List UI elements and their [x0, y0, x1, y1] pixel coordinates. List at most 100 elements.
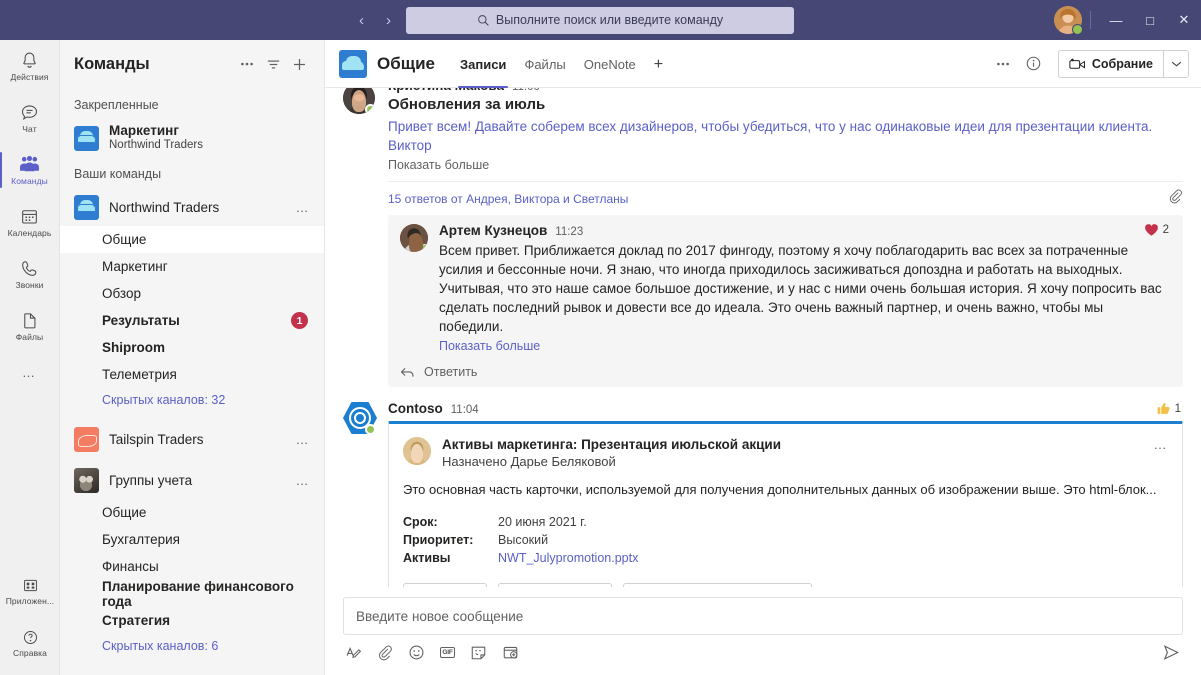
- format-icon[interactable]: [345, 644, 362, 661]
- sticker-icon[interactable]: [470, 644, 487, 661]
- rail-item-files[interactable]: Файлы: [0, 300, 60, 352]
- camera-icon: [1069, 58, 1085, 69]
- sidebar-channel-planirovanie[interactable]: Планирование финансового года: [60, 578, 324, 609]
- file-icon: [24, 313, 36, 329]
- meeting-dropdown-button[interactable]: [1163, 50, 1188, 77]
- left-rail: Действия Чат Команды Календарь Звонки Фа…: [0, 40, 60, 675]
- replies-link[interactable]: 15 ответов от Андрея, Виктора и Светланы: [388, 192, 628, 206]
- artem-avatar[interactable]: [400, 224, 428, 252]
- rail-item-calendar[interactable]: Календарь: [0, 196, 60, 248]
- replies-summary-row: 15 ответов от Андрея, Виктора и Светланы: [388, 181, 1183, 215]
- sidebar-channel-obshie[interactable]: Общие: [60, 226, 324, 253]
- info-icon[interactable]: [1020, 50, 1048, 78]
- paperclip-icon[interactable]: [377, 645, 393, 661]
- show-more-link[interactable]: Показать больше: [388, 158, 1183, 172]
- sidebar-more-icon[interactable]: [234, 51, 260, 77]
- channel-title: Общие: [377, 53, 435, 73]
- thread-reply-card: Артем Кузнецов 11:23 Всем привет. Прибли…: [388, 215, 1183, 387]
- message-author[interactable]: Contoso: [388, 401, 443, 416]
- add-team-icon[interactable]: [286, 51, 312, 77]
- reply-button[interactable]: Ответить: [400, 363, 1171, 381]
- sidebar-channel-shiproom[interactable]: Shiproom: [60, 334, 324, 361]
- rail-item-chat[interactable]: Чат: [0, 92, 60, 144]
- sidebar-team-gruppy-ucheta[interactable]: Группы учета …: [60, 461, 324, 499]
- sidebar-channel-obshie-2[interactable]: Общие: [60, 499, 324, 526]
- search-input[interactable]: Выполните поиск или введите команду: [406, 6, 794, 34]
- back-button[interactable]: ‹: [355, 11, 368, 30]
- team-more-icon[interactable]: …: [296, 432, 315, 447]
- sidebar-channel-buhgalteriya[interactable]: Бухгалтерия: [60, 526, 324, 553]
- user-avatar[interactable]: [1054, 6, 1083, 35]
- hidden-channels-link[interactable]: Скрытых каналов: 32: [60, 388, 324, 412]
- gif-label: GIF: [440, 647, 455, 658]
- maximize-button[interactable]: □: [1133, 0, 1167, 40]
- adaptive-card: Активы маркетинга: Презентация июльской …: [388, 421, 1183, 587]
- card-button-mark-complete[interactable]: Пометить как завершенные: [622, 583, 812, 587]
- message-author[interactable]: Кристина Макова: [388, 88, 504, 93]
- close-button[interactable]: ✕: [1167, 0, 1201, 40]
- sidebar-scroll-area[interactable]: Закрепленные Маркетинг Northwind Traders…: [60, 88, 324, 675]
- tab-onenote[interactable]: OneNote: [575, 42, 645, 88]
- team-more-icon[interactable]: …: [296, 473, 315, 488]
- main-panel: Общие Записи Файлы OneNote + Собрание Об…: [325, 40, 1201, 675]
- card-button-change-due-date[interactable]: Изменить срок: [498, 583, 612, 587]
- meeting-button-group: Собрание: [1057, 49, 1189, 78]
- sidebar-channel-rezultaty[interactable]: Результаты 1: [60, 307, 324, 334]
- team-more-icon[interactable]: …: [296, 200, 315, 215]
- rail-item-apps[interactable]: Приложен...: [0, 565, 60, 617]
- channel-name: Планирование финансового года: [102, 578, 294, 609]
- reaction-thumbsup[interactable]: 1: [1156, 401, 1181, 416]
- sidebar-team-northwind-traders[interactable]: Northwind Traders …: [60, 188, 324, 226]
- message-time: 11:23: [555, 226, 584, 238]
- card-button-edit[interactable]: Изменить: [403, 583, 488, 587]
- message-input[interactable]: Введите новое сообщение: [343, 597, 1183, 635]
- sidebar-group-label: Закрепленные: [74, 98, 159, 112]
- presence-badge-available: [420, 244, 428, 252]
- minimize-button[interactable]: —: [1099, 0, 1133, 40]
- rail-item-teams[interactable]: Команды: [0, 144, 60, 196]
- tab-fajly[interactable]: Файлы: [515, 42, 574, 88]
- presence-badge-available: [1072, 24, 1083, 35]
- send-icon[interactable]: [1162, 644, 1181, 661]
- card-description: Это основная часть карточки, используемо…: [403, 482, 1157, 497]
- channel-name: Телеметрия: [102, 367, 177, 382]
- reaction-pizza[interactable]: 1: [1158, 88, 1183, 89]
- gif-icon[interactable]: GIF: [440, 647, 455, 658]
- kristina-avatar[interactable]: [343, 88, 375, 114]
- hidden-channels-link-2[interactable]: Скрытых каналов: 6: [60, 634, 324, 658]
- forward-button[interactable]: ›: [382, 11, 395, 30]
- sidebar-channel-obzor[interactable]: Обзор: [60, 280, 324, 307]
- heart-emoji: [1144, 224, 1158, 236]
- message-stream[interactable]: Кристина Макова 11:00 Обновления за июль…: [325, 88, 1201, 587]
- card-field-row: Приоритет: Высокий: [403, 531, 1168, 549]
- sidebar-channel-telemetriya[interactable]: Телеметрия: [60, 361, 324, 388]
- attachment-link[interactable]: NWT_Julypromotion.pptx: [498, 549, 638, 567]
- rail-item-help[interactable]: Справка: [0, 617, 60, 669]
- sidebar-channel-marketing[interactable]: Маркетинг: [60, 253, 324, 280]
- meet-now-icon[interactable]: [502, 644, 519, 661]
- channel-more-icon[interactable]: [989, 50, 1017, 78]
- rail-overflow-button[interactable]: …: [0, 352, 60, 392]
- sidebar-team-marketing-pinned[interactable]: Маркетинг Northwind Traders: [60, 119, 324, 157]
- show-more-link[interactable]: Показать больше: [439, 339, 1171, 353]
- message-body: Кристина Макова 11:00 Обновления за июль…: [388, 88, 1183, 387]
- add-tab-button[interactable]: +: [645, 42, 672, 88]
- tab-zapisi[interactable]: Записи: [451, 42, 515, 88]
- rail-label: Файлы: [15, 332, 44, 342]
- sidebar-channel-strategiya[interactable]: Стратегия: [60, 607, 324, 634]
- message-author[interactable]: Артем Кузнецов: [439, 223, 547, 238]
- sidebar-channel-finansy[interactable]: Финансы: [60, 553, 324, 580]
- sidebar-team-tailspin-traders[interactable]: Tailspin Traders …: [60, 420, 324, 458]
- card-actions: Изменить Изменить срок Пометить как заве…: [403, 583, 1168, 587]
- rail-item-calls[interactable]: Звонки: [0, 248, 60, 300]
- rail-item-activity[interactable]: Действия: [0, 40, 60, 92]
- reaction-heart[interactable]: 2: [1144, 223, 1169, 237]
- filter-icon[interactable]: [260, 51, 286, 77]
- card-more-icon[interactable]: …: [1146, 437, 1169, 452]
- paperclip-icon[interactable]: [1168, 189, 1183, 209]
- rail-bottom-group: Приложен... Справка: [0, 565, 60, 669]
- team-name: Группы учета: [109, 472, 193, 488]
- meet-now-button[interactable]: Собрание: [1059, 51, 1163, 77]
- emoji-icon[interactable]: [408, 644, 425, 661]
- reply-label: Ответить: [424, 365, 478, 379]
